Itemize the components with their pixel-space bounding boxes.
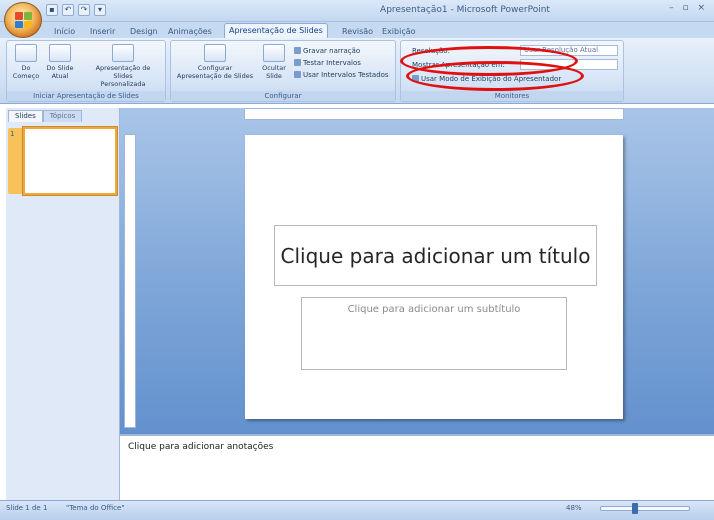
hide-slide-button[interactable]: Ocultar Slide — [258, 44, 290, 80]
highlight-oval — [406, 61, 584, 91]
group-configure-label: Configurar — [171, 91, 395, 101]
slide-count: Slide 1 de 1 — [6, 504, 48, 512]
tab-animacoes[interactable]: Animações — [164, 25, 216, 38]
window-controls[interactable]: – ▫ × — [669, 3, 708, 13]
from-current-button[interactable]: Do Slide Atual — [46, 44, 74, 80]
tab-inicio[interactable]: Início — [50, 25, 79, 38]
redo-icon[interactable]: ↷ — [78, 4, 90, 16]
record-narration-label: Gravar narração — [303, 47, 361, 55]
from-current-label: Do Slide Atual — [46, 64, 74, 80]
custom-show-button[interactable]: Apresentação de Slides Personalizada — [90, 44, 156, 88]
group-monitors-label: Monitores — [401, 91, 623, 101]
slideshow-icon — [15, 44, 37, 62]
rehearse-timings-label: Testar Intervalos — [303, 59, 361, 67]
clock-icon — [294, 59, 301, 66]
tab-slides[interactable]: Slides — [8, 110, 43, 122]
zoom-slider[interactable] — [600, 506, 690, 511]
setup-slideshow-label: Configurar Apresentação de Slides — [176, 64, 254, 80]
undo-icon[interactable]: ↶ — [62, 4, 74, 16]
hide-slide-label: Ocultar Slide — [262, 64, 286, 80]
app-title: Apresentação1 - Microsoft PowerPoint — [380, 5, 550, 15]
slideshow-icon — [49, 44, 71, 62]
slide-number: 1 — [10, 130, 15, 138]
hide-slide-icon — [263, 44, 285, 62]
tab-apresentacao[interactable]: Apresentação de Slides — [224, 23, 328, 39]
from-beginning-button[interactable]: Do Começo — [12, 44, 40, 80]
tab-revisao[interactable]: Revisão — [338, 25, 377, 38]
setup-slideshow-button[interactable]: Configurar Apresentação de Slides — [176, 44, 254, 80]
from-beginning-label: Do Começo — [12, 64, 40, 80]
tab-exibicao[interactable]: Exibição — [378, 25, 420, 38]
title-placeholder[interactable]: Clique para adicionar um título — [274, 225, 597, 286]
customize-icon[interactable]: ▾ — [94, 4, 106, 16]
office-logo-icon — [15, 12, 32, 28]
tab-design[interactable]: Design — [126, 25, 162, 38]
save-icon[interactable]: ▪ — [46, 4, 58, 16]
tab-inserir[interactable]: Inserir — [86, 25, 119, 38]
zoom-slider-thumb[interactable] — [632, 503, 638, 514]
custom-show-label: Apresentação de Slides Personalizada — [95, 64, 151, 88]
theme-name: "Tema do Office" — [66, 504, 125, 512]
rehearse-timings-item[interactable]: Testar Intervalos — [294, 58, 361, 68]
record-narration-item[interactable]: Gravar narração — [294, 46, 360, 56]
checkbox-icon — [294, 71, 301, 78]
group-start-label: Iniciar Apresentação de Slides — [7, 91, 165, 101]
office-button[interactable] — [4, 2, 42, 38]
slide-thumbnail[interactable] — [23, 127, 117, 195]
custom-show-icon — [112, 44, 134, 62]
pane-tabs: Slides Tópicos — [8, 110, 118, 122]
subtitle-placeholder[interactable]: Clique para adicionar um subtítulo — [301, 297, 567, 370]
zoom-level[interactable]: 48% — [566, 504, 582, 512]
tab-outline[interactable]: Tópicos — [42, 110, 83, 122]
vertical-ruler — [124, 134, 136, 428]
microphone-icon — [294, 47, 301, 54]
horizontal-ruler — [244, 108, 624, 120]
use-timings-item[interactable]: Usar Intervalos Testados — [294, 70, 389, 80]
notes-placeholder[interactable]: Clique para adicionar anotações — [128, 442, 273, 452]
setup-icon — [204, 44, 226, 62]
use-timings-label: Usar Intervalos Testados — [303, 71, 389, 79]
